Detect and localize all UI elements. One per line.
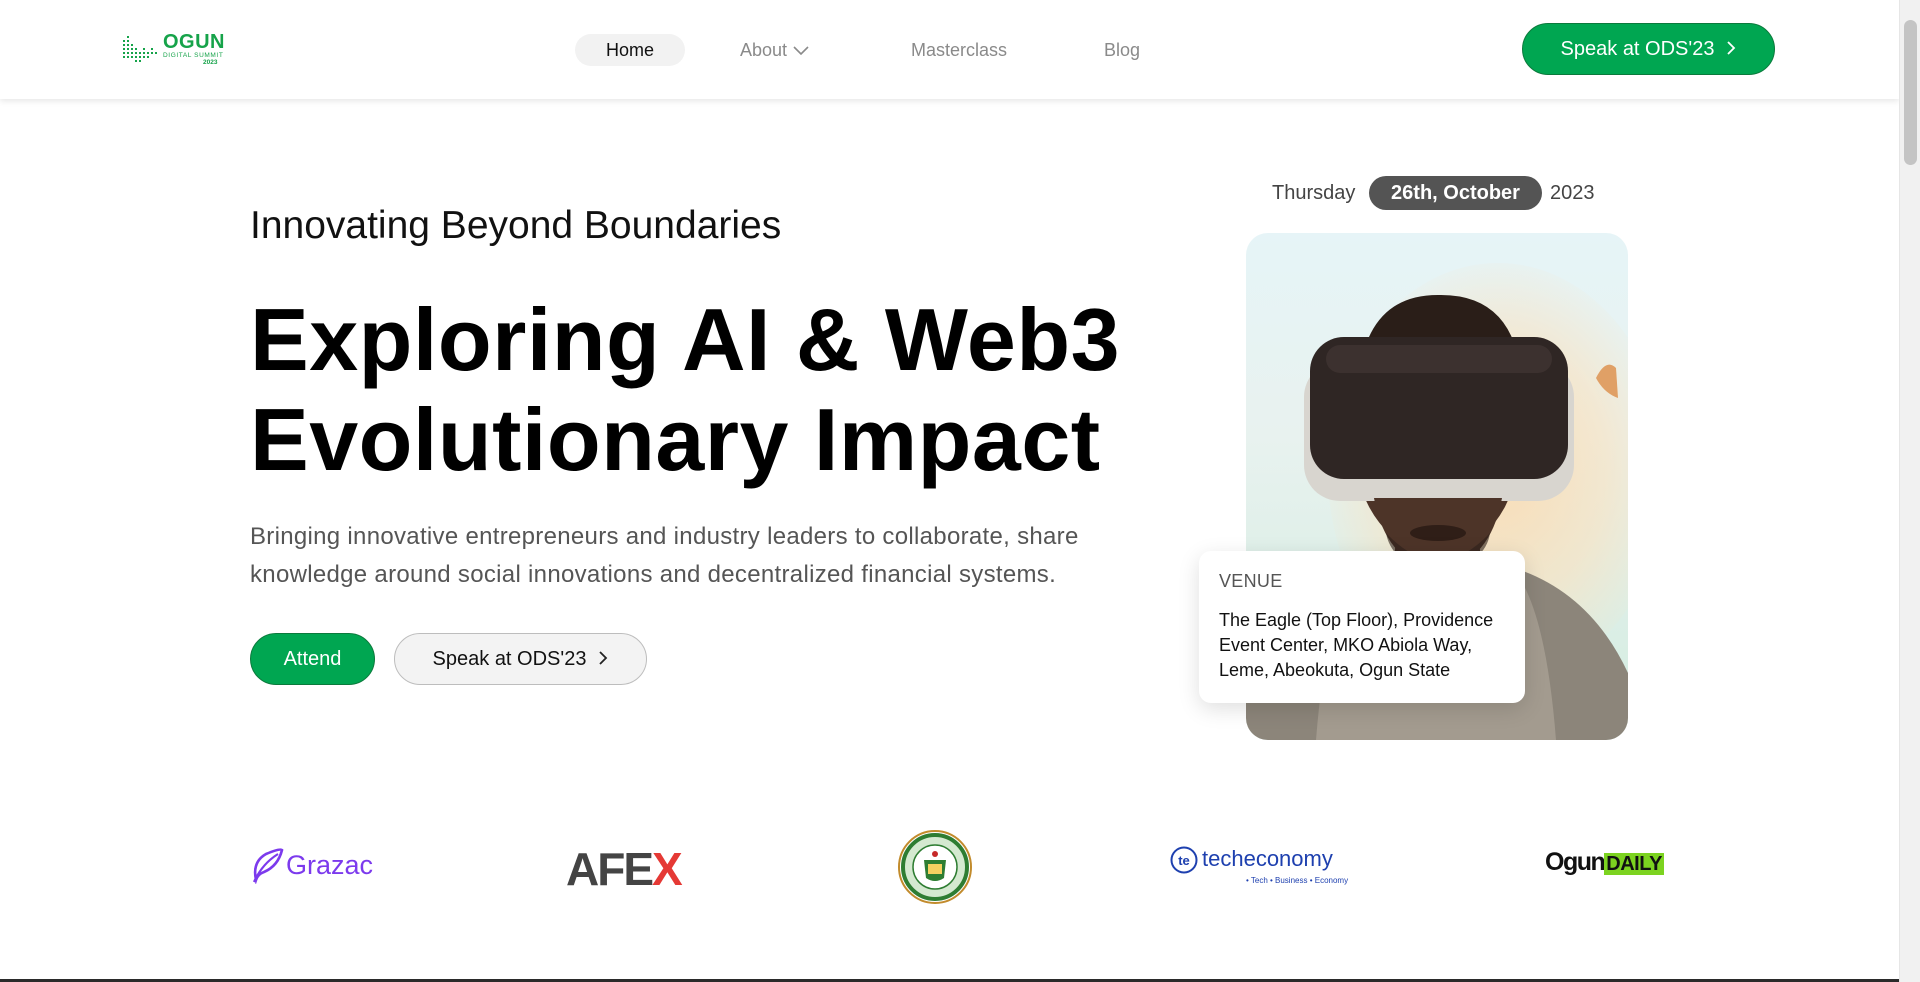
nav-home[interactable]: Home <box>575 34 685 66</box>
chevron-down-icon <box>793 46 809 56</box>
svg-text:te: te <box>1178 853 1190 868</box>
headline-line-1: Exploring AI & Web3 <box>250 290 1121 389</box>
scrollbar-thumb[interactable] <box>1904 20 1917 165</box>
techeconomy-logo[interactable]: te techeconomy • Tech • Business • Econo… <box>1170 846 1349 886</box>
nav-masterclass[interactable]: Masterclass <box>911 34 1007 66</box>
event-day: Thursday <box>1272 182 1356 204</box>
chevron-right-icon <box>1726 25 1736 75</box>
speak-hero-label: Speak at ODS'23 <box>432 648 587 670</box>
speak-button-label: Speak at ODS'23 <box>1560 38 1715 60</box>
nav-blog[interactable]: Blog <box>1104 34 1140 66</box>
afex-x: X <box>652 843 683 895</box>
logo-bars-icon <box>123 36 157 62</box>
venue-label: VENUE <box>1219 571 1283 591</box>
event-date-pill: 26th, October <box>1369 176 1542 210</box>
nav-about[interactable]: About <box>740 34 809 66</box>
logo-title: OGUN <box>163 31 225 53</box>
hero-description: Bringing innovative entrepreneurs and in… <box>250 523 1079 588</box>
event-year: 2023 <box>1550 182 1595 204</box>
speak-at-ods-header-button[interactable]: Speak at ODS'23 <box>1522 23 1775 75</box>
grazac-text: Grazac <box>286 850 374 880</box>
speak-at-ods-hero-button[interactable]: Speak at ODS'23 <box>394 633 647 685</box>
logo-year: 2023 <box>203 59 218 66</box>
ogun-daily-daily: DAILY <box>1604 853 1664 875</box>
ogun-daily-ogun: Ogun <box>1545 848 1606 876</box>
hero-tagline: Innovating Beyond Boundaries <box>250 204 782 247</box>
techeconomy-text: techeconomy <box>1202 846 1333 871</box>
techeconomy-subtitle: • Tech • Business • Economy <box>1246 876 1349 885</box>
page-scrollbar[interactable] <box>1899 0 1920 982</box>
nav-about-label: About <box>740 40 788 60</box>
venue-card: VENUE The Eagle (Top Floor), Providence … <box>1199 551 1525 703</box>
ogun-digital-summit-logo[interactable]: OGUN DIGITAL SUMMIT 2023 <box>123 30 233 68</box>
attend-button[interactable]: Attend <box>250 633 375 685</box>
site-header: OGUN DIGITAL SUMMIT 2023 Home About Mast… <box>0 0 1899 99</box>
ogun-daily-logo[interactable]: Ogun DAILY <box>1545 848 1664 878</box>
afex-text: AFE <box>566 843 654 895</box>
headline-line-2: Evolutionary Impact <box>250 390 1101 489</box>
hero-headline: Exploring AI & Web3 Evolutionary Impact <box>250 290 1120 490</box>
techeconomy-te-icon: te <box>1170 846 1198 874</box>
grazac-logo[interactable]: Grazac <box>250 846 374 886</box>
afex-logo[interactable]: AFEX <box>566 842 683 896</box>
venue-address: The Eagle (Top Floor), Providence Event … <box>1219 610 1494 680</box>
logo-subtitle: DIGITAL SUMMIT <box>163 52 224 59</box>
grazac-leaf-icon <box>252 848 284 884</box>
ogun-state-seal-logo[interactable] <box>898 830 972 904</box>
partner-logos: Grazac AFEX te techeconomy • Tech • Busi… <box>0 820 1899 910</box>
seal-icon <box>898 830 972 904</box>
chevron-right-icon <box>598 635 608 685</box>
